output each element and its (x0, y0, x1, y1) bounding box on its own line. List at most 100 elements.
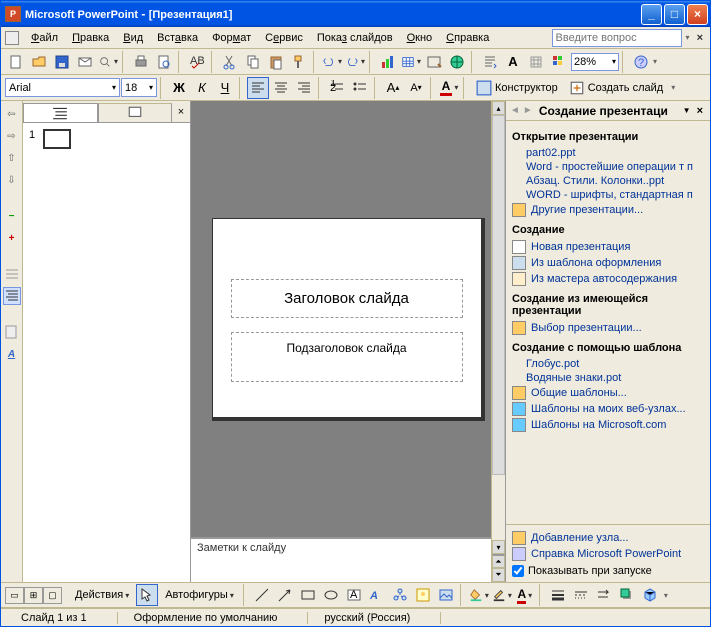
line-color-icon[interactable] (491, 584, 513, 606)
menu-help[interactable]: Справка (440, 30, 495, 46)
undo-icon[interactable] (321, 51, 343, 73)
print-preview-icon[interactable] (153, 51, 175, 73)
outline-tab[interactable] (23, 103, 98, 122)
sorter-view-button[interactable]: ⊞ (24, 587, 43, 604)
tp-back-icon[interactable]: ◄ (510, 105, 520, 116)
search-icon[interactable] (97, 51, 119, 73)
menu-view[interactable]: Вид (117, 30, 149, 46)
menu-tools[interactable]: Сервис (259, 30, 309, 46)
decrease-font-button[interactable]: A▾ (405, 77, 427, 99)
normal-view-button[interactable]: ▭ (5, 587, 24, 604)
demote-icon[interactable]: ⇨ (3, 127, 21, 145)
copy-icon[interactable] (242, 51, 264, 73)
slideshow-view-button[interactable]: ▢ (43, 587, 62, 604)
align-right-button[interactable] (293, 77, 315, 99)
cut-icon[interactable] (219, 51, 241, 73)
select-arrow-icon[interactable] (136, 584, 158, 606)
tp-add-node[interactable]: Добавление узла... (512, 530, 704, 546)
line-icon[interactable] (251, 584, 273, 606)
hyperlink-icon[interactable] (446, 51, 468, 73)
tp-recent-2[interactable]: Word - простейшие операции т п (512, 160, 704, 174)
3d-icon[interactable] (639, 584, 661, 606)
spelling-icon[interactable]: ABC (186, 51, 208, 73)
table-icon[interactable] (400, 51, 422, 73)
mail-icon[interactable] (74, 51, 96, 73)
tp-new-design[interactable]: Из шаблона оформления (512, 255, 704, 271)
menu-insert[interactable]: Вставка (151, 30, 204, 46)
numbering-button[interactable]: 12 (326, 77, 348, 99)
tables-borders-icon[interactable] (423, 51, 445, 73)
tp-open-more[interactable]: Другие презентации... (512, 202, 704, 218)
menu-format[interactable]: Формат (206, 30, 257, 46)
vertical-scrollbar[interactable]: ▴ ▾ ⏶ ⏷ (491, 101, 505, 582)
color-icon[interactable] (548, 51, 570, 73)
tp-dropdown-icon[interactable]: ▼ (680, 106, 694, 115)
italic-button[interactable]: К (191, 77, 213, 99)
menu-edit[interactable]: Правка (66, 30, 115, 46)
tp-ms-help[interactable]: Справка Microsoft PowerPoint (512, 546, 704, 562)
new-slide-button[interactable]: Создать слайд (564, 77, 668, 99)
move-down-icon[interactable]: ⇩ (3, 171, 21, 189)
bold-button[interactable]: Ж (168, 77, 190, 99)
textbox-icon[interactable]: A (343, 584, 365, 606)
tp-tpl-ms[interactable]: Шаблоны на Microsoft.com (512, 417, 704, 433)
title-placeholder[interactable]: Заголовок слайда (231, 279, 463, 318)
tp-fwd-icon[interactable]: ► (523, 105, 533, 116)
picture-icon[interactable] (435, 584, 457, 606)
arrow-style-icon[interactable] (593, 584, 615, 606)
font-color-button[interactable]: A (438, 77, 460, 99)
increase-font-button[interactable]: A▴ (382, 77, 404, 99)
show-formatting-icon-2[interactable]: A (3, 345, 21, 363)
draw-actions-menu[interactable]: Действия (69, 585, 135, 605)
chart-icon[interactable] (377, 51, 399, 73)
rectangle-icon[interactable] (297, 584, 319, 606)
promote-icon[interactable]: ⇦ (3, 105, 21, 123)
align-center-button[interactable] (270, 77, 292, 99)
menu-window[interactable]: Окно (401, 30, 439, 46)
underline-button[interactable]: Ч (214, 77, 236, 99)
help-icon[interactable]: ? (630, 51, 652, 73)
paste-icon[interactable] (265, 51, 287, 73)
tp-tpl-general[interactable]: Общие шаблоны... (512, 385, 704, 401)
redo-icon[interactable] (344, 51, 366, 73)
new-icon[interactable] (5, 51, 27, 73)
show-formatting-icon[interactable]: A (502, 51, 524, 73)
summary-slide-icon[interactable] (3, 323, 21, 341)
show-startup-checkbox[interactable] (512, 565, 524, 577)
autoshapes-menu[interactable]: Автофигуры (159, 585, 240, 605)
notes-pane[interactable]: Заметки к слайду (191, 537, 491, 582)
collapse-icon[interactable]: − (3, 207, 21, 225)
minimize-button[interactable]: _ (641, 4, 662, 25)
maximize-button[interactable]: □ (664, 4, 685, 25)
tp-show-startup[interactable]: Показывать при запуске (512, 565, 704, 577)
grid-icon[interactable] (525, 51, 547, 73)
slide-canvas[interactable]: Заголовок слайда Подзаголовок слайда (212, 218, 482, 418)
tp-close-button[interactable]: × (694, 105, 706, 117)
subtitle-placeholder[interactable]: Подзаголовок слайда (231, 332, 463, 382)
expand-all-icon[interactable] (479, 51, 501, 73)
clipart-icon[interactable] (412, 584, 434, 606)
doc-control-icon[interactable] (5, 31, 19, 45)
diagram-icon[interactable] (389, 584, 411, 606)
font-combo[interactable]: Arial▾ (5, 78, 120, 97)
wordart-icon[interactable]: A (366, 584, 388, 606)
tp-new-wizard[interactable]: Из мастера автосодержания (512, 271, 704, 287)
tp-tpl-web[interactable]: Шаблоны на моих веб-узлах... (512, 401, 704, 417)
tp-new-blank[interactable]: Новая презентация (512, 239, 704, 255)
shadow-icon[interactable] (616, 584, 638, 606)
zoom-combo[interactable]: 28%▾ (571, 53, 619, 71)
print-icon[interactable] (130, 51, 152, 73)
tp-choose-pres[interactable]: Выбор презентации... (512, 320, 704, 336)
expand-all-icon[interactable] (3, 287, 21, 305)
tp-recent-4[interactable]: WORD - шрифты, стандартная п (512, 188, 704, 202)
collapse-all-icon[interactable] (3, 265, 21, 283)
open-icon[interactable] (28, 51, 50, 73)
slide-thumbnail-1[interactable]: 1 (29, 129, 184, 149)
format-painter-icon[interactable] (288, 51, 310, 73)
font-size-combo[interactable]: 18▾ (121, 78, 157, 97)
expand-icon[interactable]: + (3, 229, 21, 247)
close-button[interactable]: × (687, 4, 708, 25)
dash-style-icon[interactable] (570, 584, 592, 606)
slides-tab[interactable] (98, 103, 173, 122)
ask-question-input[interactable] (552, 29, 682, 47)
